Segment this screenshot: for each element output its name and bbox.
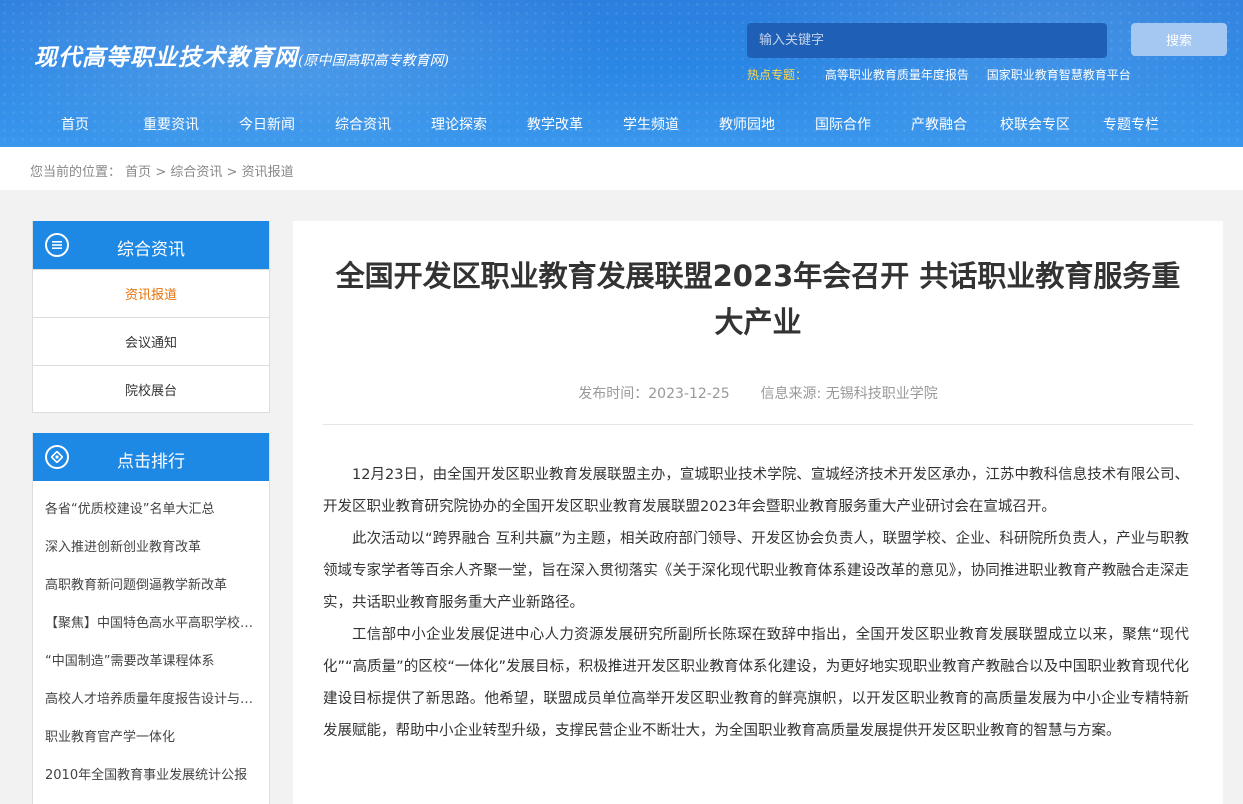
ranking-item[interactable]: 高职教育新问题倒逼教学新改革 [33, 564, 269, 602]
publish-date: 2023-12-25 [648, 386, 730, 402]
logo-main-text: 现代高等职业技术教育网 [34, 44, 298, 71]
nav-item-theory[interactable]: 理论探索 [411, 114, 507, 134]
ranking-item[interactable]: 【聚焦】中国特色高水平高职学校和专业建设计划 [33, 602, 269, 640]
nav-item-special-topics[interactable]: 专题专栏 [1083, 114, 1179, 134]
article-paragraph: 工信部中小企业发展促进中心人力资源发展研究所副所长陈琛在致辞中指出，全国开发区职… [323, 627, 1189, 739]
ranking-item[interactable]: 各省“优质校建设”名单大汇总 [33, 488, 269, 526]
nav-item-industry-education[interactable]: 产教融合 [891, 114, 987, 134]
nav-item-today-news[interactable]: 今日新闻 [219, 114, 315, 134]
article-meta: 发布时间：2023-12-25 信息来源: 无锡科技职业学院 [293, 383, 1223, 403]
article-body: 12月23日，由全国开发区职业教育发展联盟主办，宣城职业技术学院、宣城经济技术开… [323, 459, 1189, 747]
site-header: 现代高等职业技术教育网(原中国高职高专教育网) 搜索 热点专题： 高等职业教育质… [0, 0, 1243, 147]
category-panel-title: 综合资讯 [117, 240, 185, 260]
breadcrumb-bar: 您当前的位置： 首页 > 综合资讯 > 资讯报道 [0, 147, 1243, 190]
article-divider [323, 424, 1193, 425]
breadcrumb-prefix: 您当前的位置： [30, 165, 122, 180]
article-paragraph: 12月23日，由全国开发区职业教育发展联盟主办，宣城职业技术学院、宣城经济技术开… [323, 467, 1189, 515]
article-title: 全国开发区职业教育发展联盟2023年会召开 共话职业教育服务重大产业 [335, 259, 1181, 339]
ranking-item[interactable]: “中国制造”需要改革课程体系 [33, 640, 269, 678]
sidebar-item-news-reports[interactable]: 资讯报道 [33, 269, 269, 317]
ranking-item[interactable]: 2010年全国教育事业发展统计公报 [33, 754, 269, 792]
ranking-panel-title: 点击排行 [117, 452, 185, 472]
nav-item-teaching-reform[interactable]: 教学改革 [507, 114, 603, 134]
hot-topic-link[interactable]: 国家职业教育智慧教育平台 [987, 68, 1131, 82]
breadcrumb-item-home[interactable]: 首页 [125, 165, 151, 180]
logo-sub-text: (原中国高职高专教育网) [298, 53, 449, 69]
breadcrumb-separator: > [155, 165, 167, 180]
publish-label: 发布时间： [578, 386, 649, 402]
breadcrumb-item-current[interactable]: 资讯报道 [242, 165, 294, 180]
ranking-item[interactable]: 高校人才培养质量年度报告设计与编制 [33, 678, 269, 716]
breadcrumb-separator: > [226, 165, 238, 180]
hot-topics-label: 热点专题： [747, 68, 808, 82]
nav-item-home[interactable]: 首页 [27, 114, 123, 134]
hot-topic-link[interactable]: 高等职业教育质量年度报告 [825, 68, 969, 82]
source-name: 无锡科技职业学院 [825, 386, 938, 402]
category-panel-header: 综合资讯 [33, 221, 269, 269]
category-panel: 综合资讯 资讯报道 会议通知 院校展台 [32, 221, 270, 413]
sidebar-item-meeting-notices[interactable]: 会议通知 [33, 317, 269, 365]
nav-item-general-news[interactable]: 综合资讯 [315, 114, 411, 134]
search-button[interactable]: 搜索 [1131, 23, 1227, 56]
ranking-panel-header: 点击排行 [33, 433, 269, 481]
hot-topics: 热点专题： 高等职业教育质量年度报告 国家职业教育智慧教育平台 [747, 66, 1131, 83]
sidebar-item-school-showcase[interactable]: 院校展台 [33, 365, 269, 413]
ranking-item[interactable]: 职业教育官产学一体化 [33, 716, 269, 754]
site-logo[interactable]: 现代高等职业技术教育网(原中国高职高专教育网) [34, 38, 449, 72]
nav-item-alliance[interactable]: 校联会专区 [987, 114, 1083, 134]
nav-item-international[interactable]: 国际合作 [795, 114, 891, 134]
nav-item-students[interactable]: 学生频道 [603, 114, 699, 134]
nav-item-teachers[interactable]: 教师园地 [699, 114, 795, 134]
ranking-list: 各省“优质校建设”名单大汇总 深入推进创新创业教育改革 高职教育新问题倒逼教学新… [33, 481, 269, 792]
search-input[interactable] [747, 23, 1107, 58]
ranking-item[interactable]: 深入推进创新创业教育改革 [33, 526, 269, 564]
article: 全国开发区职业教育发展联盟2023年会召开 共话职业教育服务重大产业 发布时间：… [293, 221, 1223, 804]
breadcrumb-item-general[interactable]: 综合资讯 [170, 165, 222, 180]
article-paragraph: 此次活动以“跨界融合 互利共赢”为主题，相关政府部门领导、开发区协会负责人，联盟… [323, 531, 1189, 611]
ranking-panel: 点击排行 各省“优质校建设”名单大汇总 深入推进创新创业教育改革 高职教育新问题… [32, 433, 270, 804]
source-label: 信息来源: [760, 386, 822, 402]
nav-item-important-news[interactable]: 重要资讯 [123, 114, 219, 134]
breadcrumb: 您当前的位置： 首页 > 综合资讯 > 资讯报道 [30, 161, 294, 180]
